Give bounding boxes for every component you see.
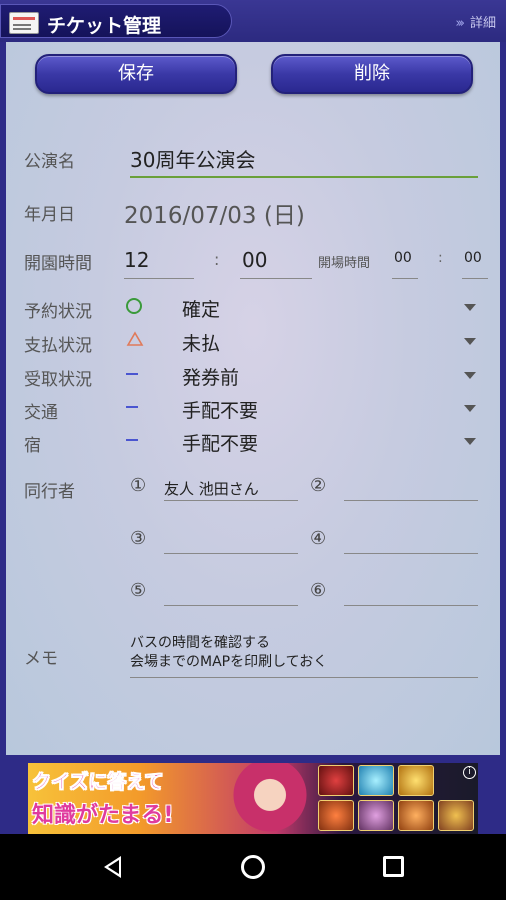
ad-tile	[358, 765, 394, 796]
date-label: 年月日	[24, 205, 75, 225]
performance-underline	[130, 176, 478, 178]
system-nav-bar	[0, 834, 506, 900]
title-tab: チケット管理	[0, 4, 232, 38]
companion-1-field[interactable]: 友人 池田さん	[164, 478, 259, 499]
companion-1-underline	[164, 500, 298, 501]
save-button[interactable]: 保存	[35, 54, 237, 94]
dash-icon	[126, 439, 138, 441]
memo-line: バスの時間を確認する	[130, 635, 270, 651]
open-hour-underline	[124, 278, 194, 279]
detail-link[interactable]: ››› 詳細	[455, 12, 496, 31]
companion-4-underline	[344, 553, 478, 554]
back-icon[interactable]	[104, 856, 121, 878]
home-icon[interactable]	[241, 855, 265, 879]
lodging-label: 宿	[24, 436, 41, 456]
ad-tile	[318, 765, 354, 796]
dropdown-arrow-icon[interactable]	[464, 405, 476, 412]
payment-status-select[interactable]: 未払	[182, 329, 220, 356]
circle-icon	[126, 298, 142, 314]
dropdown-arrow-icon[interactable]	[464, 304, 476, 311]
dropdown-arrow-icon[interactable]	[464, 338, 476, 345]
ticket-icon	[9, 12, 39, 34]
open-minute-underline	[240, 278, 312, 279]
companion-number: ⑤	[130, 580, 147, 601]
venue-open-label: 開場時間	[318, 256, 371, 271]
venue-time-separator: :	[438, 250, 443, 266]
ad-game-tiles	[318, 765, 476, 832]
ad-tile	[318, 800, 354, 831]
venue-hour-field[interactable]: 00	[394, 250, 412, 266]
ad-character-image	[224, 763, 316, 834]
ad-tile	[398, 765, 434, 796]
ad-tile	[358, 800, 394, 831]
open-minute-field[interactable]: 00	[242, 248, 267, 272]
performance-label: 公演名	[24, 152, 75, 172]
open-hour-field[interactable]: 12	[124, 248, 149, 272]
companion-6-underline	[344, 605, 478, 606]
memo-line: 会場までのMAPを印刷しておく	[130, 654, 328, 670]
title-bar: チケット管理 ››› 詳細	[0, 0, 506, 42]
lodging-select[interactable]: 手配不要	[182, 429, 258, 456]
open-time-label: 開園時間	[24, 254, 92, 274]
info-icon[interactable]: i	[463, 766, 476, 779]
dash-icon	[126, 406, 138, 408]
chevron-right-icon: ›››	[455, 16, 464, 31]
transport-select[interactable]: 手配不要	[182, 396, 258, 423]
dropdown-arrow-icon[interactable]	[464, 372, 476, 379]
triangle-icon	[126, 331, 144, 346]
reservation-status-select[interactable]: 確定	[182, 295, 220, 322]
companion-number: ①	[130, 475, 147, 496]
ad-tile	[438, 800, 474, 831]
ad-headline: クイズに答えて	[32, 771, 164, 794]
dropdown-arrow-icon[interactable]	[464, 438, 476, 445]
reservation-status-label: 予約状況	[24, 302, 92, 322]
dash-icon	[126, 373, 138, 375]
receipt-status-label: 受取状況	[24, 370, 92, 390]
payment-status-label: 支払状況	[24, 336, 92, 356]
venue-hour-underline	[392, 278, 418, 279]
memo-label: メモ	[24, 649, 58, 669]
receipt-status-select[interactable]: 発券前	[182, 363, 239, 390]
memo-field[interactable]: バスの時間を確認する 会場までのMAPを印刷しておく	[130, 634, 327, 672]
companion-2-underline	[344, 500, 478, 501]
date-field[interactable]: 2016/07/03 (日)	[124, 196, 305, 230]
companion-number: ②	[310, 475, 327, 496]
delete-button[interactable]: 削除	[271, 54, 473, 94]
page-title: チケット管理	[47, 15, 162, 37]
companion-5-underline	[164, 605, 298, 606]
detail-label: 詳細	[469, 16, 496, 31]
venue-minute-underline	[462, 278, 488, 279]
companion-3-underline	[164, 553, 298, 554]
venue-minute-field[interactable]: 00	[464, 250, 482, 266]
recent-apps-icon[interactable]	[383, 856, 404, 877]
companion-number: ③	[130, 528, 147, 549]
transport-label: 交通	[24, 403, 58, 423]
ticket-form-panel: 保存 削除 公演名 30周年公演会 年月日 2016/07/03 (日) 開園時…	[6, 42, 500, 755]
memo-underline	[130, 677, 478, 678]
companion-number: ⑥	[310, 580, 327, 601]
time-separator: :	[214, 250, 220, 269]
ad-banner[interactable]: クイズに答えて 知識がたまる! i	[28, 763, 478, 834]
ad-tile	[398, 800, 434, 831]
companion-number: ④	[310, 528, 327, 549]
performance-name-field[interactable]: 30周年公演会	[130, 144, 255, 173]
companions-label: 同行者	[24, 482, 75, 502]
ad-subheadline: 知識がたまる!	[32, 803, 174, 828]
